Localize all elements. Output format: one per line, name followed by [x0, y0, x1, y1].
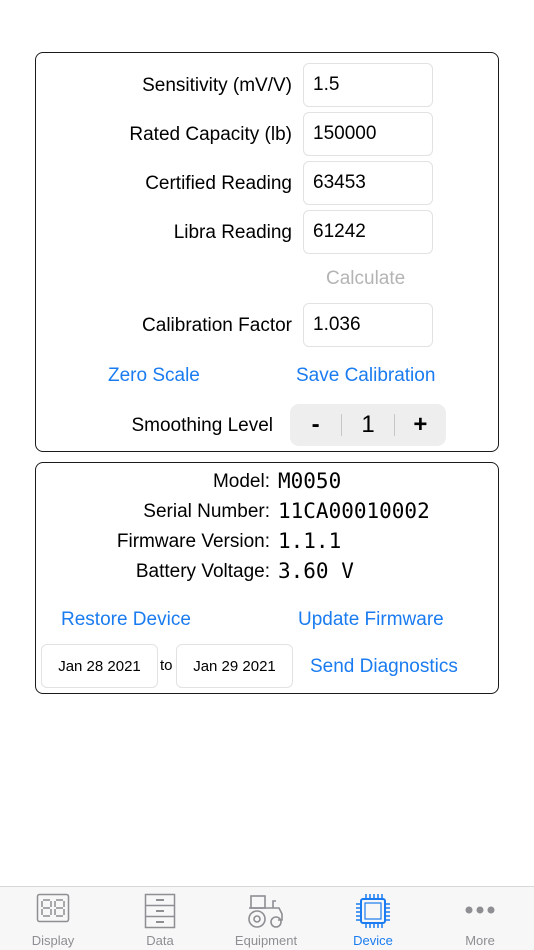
update-firmware-button[interactable]: Update Firmware: [298, 609, 444, 631]
more-dots-icon: [465, 906, 495, 914]
smoothing-value: 1: [361, 411, 375, 438]
tab-more[interactable]: More: [427, 887, 533, 950]
calibration-factor-input[interactable]: 1.036: [303, 303, 433, 347]
zero-scale-button[interactable]: Zero Scale: [108, 365, 200, 387]
serial-number-value: 11CA00010002: [278, 499, 430, 523]
battery-voltage-value: 3.60 V: [278, 559, 354, 583]
firmware-version-value: 1.1.1: [278, 529, 342, 553]
calibration-factor-label: Calibration Factor: [142, 315, 292, 336]
file-cabinet-icon: [144, 893, 176, 929]
libra-reading-input[interactable]: 61242: [303, 210, 433, 254]
tab-device[interactable]: Device: [320, 887, 426, 950]
date-from-picker[interactable]: Jan 28 2021: [41, 644, 158, 688]
seven-segment-icon: [36, 893, 70, 923]
tab-data[interactable]: Data: [107, 887, 213, 950]
tab-label: More: [465, 933, 495, 948]
chip-icon: [356, 894, 390, 928]
tab-label: Display: [31, 933, 75, 948]
serial-number-label: Serial Number:: [143, 501, 270, 522]
calibration-panel: Sensitivity (mV/V) 1.5 Rated Capacity (l…: [35, 52, 499, 452]
battery-voltage-label: Battery Voltage:: [135, 561, 270, 582]
tractor-icon: [248, 895, 283, 928]
device-info-panel: Model: M0050 Serial Number: 11CA00010002…: [35, 462, 499, 694]
tab-label: Equipment: [234, 933, 298, 948]
smoothing-increment-button[interactable]: +: [395, 411, 446, 439]
smoothing-level-label: Smoothing Level: [131, 415, 273, 436]
tab-display[interactable]: Display: [0, 887, 106, 950]
smoothing-decrement-button[interactable]: -: [290, 411, 341, 439]
sensitivity-label: Sensitivity (mV/V): [142, 75, 292, 96]
date-range-separator: to: [160, 657, 173, 674]
sensitivity-input[interactable]: 1.5: [303, 63, 433, 107]
rated-capacity-input[interactable]: 150000: [303, 112, 433, 156]
firmware-version-label: Firmware Version:: [116, 531, 270, 552]
certified-reading-input[interactable]: 63453: [303, 161, 433, 205]
save-calibration-button[interactable]: Save Calibration: [296, 365, 435, 387]
restore-device-button[interactable]: Restore Device: [61, 609, 191, 631]
tab-equipment[interactable]: Equipment: [213, 887, 319, 950]
send-diagnostics-button[interactable]: Send Diagnostics: [310, 656, 458, 678]
model-value: M0050: [278, 469, 342, 493]
calculate-button[interactable]: Calculate: [326, 268, 405, 290]
smoothing-stepper: - 1 +: [290, 404, 446, 446]
tab-bar: Display Data Equipment Device More: [0, 886, 534, 950]
libra-reading-label: Libra Reading: [173, 222, 292, 243]
certified-reading-label: Certified Reading: [145, 173, 292, 194]
tab-label: Device: [353, 933, 393, 948]
tab-label: Data: [146, 933, 174, 948]
rated-capacity-label: Rated Capacity (lb): [129, 124, 292, 145]
date-to-picker[interactable]: Jan 29 2021: [176, 644, 293, 688]
model-label: Model:: [212, 471, 270, 492]
